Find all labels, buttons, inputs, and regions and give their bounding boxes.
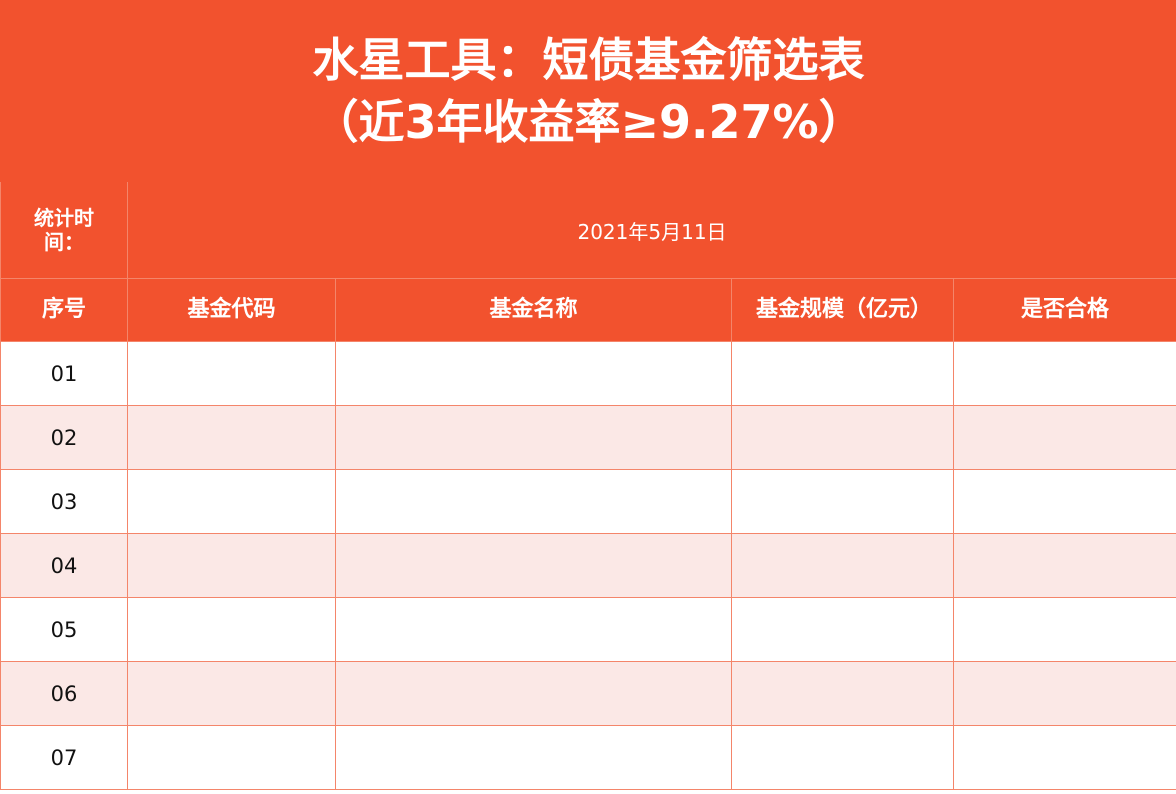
cell-fund-name[interactable]: [335, 661, 732, 726]
title-line-1: 水星工具：短债基金筛选表: [312, 33, 865, 87]
sheet-title: 水星工具：短债基金筛选表 （近3年收益率≥9.27%）: [0, 0, 1176, 182]
column-header-row: 序号 基金代码 基金名称 基金规模（亿元） 是否合格: [0, 278, 1176, 342]
cell-fund-size[interactable]: [731, 725, 954, 790]
stat-time-row: 统计时间： 2021年5月11日: [0, 181, 1176, 279]
table-row: 02: [0, 405, 1176, 470]
stat-time-label[interactable]: 统计时间：: [0, 181, 128, 279]
table-row: 01: [0, 341, 1176, 406]
spreadsheet: 水星工具：短债基金筛选表 （近3年收益率≥9.27%） 统计时间： 2021年5…: [0, 0, 1176, 794]
cell-fund-name[interactable]: [335, 597, 732, 662]
cell-fund-code[interactable]: [127, 469, 336, 534]
cell-fund-size[interactable]: [731, 533, 954, 598]
table-row: 07: [0, 725, 1176, 790]
cell-qualified[interactable]: [952, 341, 1176, 406]
cell-qualified[interactable]: [952, 661, 1176, 726]
cell-qualified[interactable]: [952, 405, 1176, 470]
cell-qualified[interactable]: [952, 533, 1176, 598]
cell-index[interactable]: 03: [0, 469, 128, 534]
cell-index[interactable]: 07: [0, 725, 128, 790]
cell-fund-code[interactable]: [127, 597, 336, 662]
cell-qualified[interactable]: [952, 469, 1176, 534]
cell-index[interactable]: 06: [0, 661, 128, 726]
header-fund-size[interactable]: 基金规模（亿元）: [731, 278, 954, 342]
cell-fund-name[interactable]: [335, 405, 732, 470]
table-row: 05: [0, 597, 1176, 662]
cell-index[interactable]: 04: [0, 533, 128, 598]
cell-index[interactable]: 05: [0, 597, 128, 662]
cell-fund-name[interactable]: [335, 725, 732, 790]
table-row: 03: [0, 469, 1176, 534]
cell-fund-code[interactable]: [127, 725, 336, 790]
header-qualified[interactable]: 是否合格: [952, 278, 1176, 342]
title-line-2: （近3年收益率≥9.27%）: [312, 95, 865, 149]
cell-qualified[interactable]: [952, 725, 1176, 790]
table-row: 04: [0, 533, 1176, 598]
cell-index[interactable]: 02: [0, 405, 128, 470]
cell-fund-code[interactable]: [127, 661, 336, 726]
cell-fund-size[interactable]: [731, 661, 954, 726]
cell-index[interactable]: 01: [0, 341, 128, 406]
cell-qualified[interactable]: [952, 597, 1176, 662]
header-fund-code[interactable]: 基金代码: [127, 278, 336, 342]
fund-screening-table: 水星工具：短债基金筛选表 （近3年收益率≥9.27%） 统计时间： 2021年5…: [0, 0, 1176, 790]
cell-fund-size[interactable]: [731, 341, 954, 406]
cell-fund-size[interactable]: [731, 597, 954, 662]
cell-fund-code[interactable]: [127, 533, 336, 598]
cell-fund-code[interactable]: [127, 341, 336, 406]
cell-fund-name[interactable]: [335, 533, 732, 598]
header-index[interactable]: 序号: [0, 278, 128, 342]
cell-fund-code[interactable]: [127, 405, 336, 470]
header-fund-name[interactable]: 基金名称: [335, 278, 732, 342]
cell-fund-size[interactable]: [731, 405, 954, 470]
cell-fund-name[interactable]: [335, 469, 732, 534]
title-row: 水星工具：短债基金筛选表 （近3年收益率≥9.27%）: [0, 0, 1176, 182]
stat-time-value[interactable]: 2021年5月11日: [126, 181, 1176, 279]
table-row: 06: [0, 661, 1176, 726]
cell-fund-name[interactable]: [335, 341, 732, 406]
cell-fund-size[interactable]: [731, 469, 954, 534]
